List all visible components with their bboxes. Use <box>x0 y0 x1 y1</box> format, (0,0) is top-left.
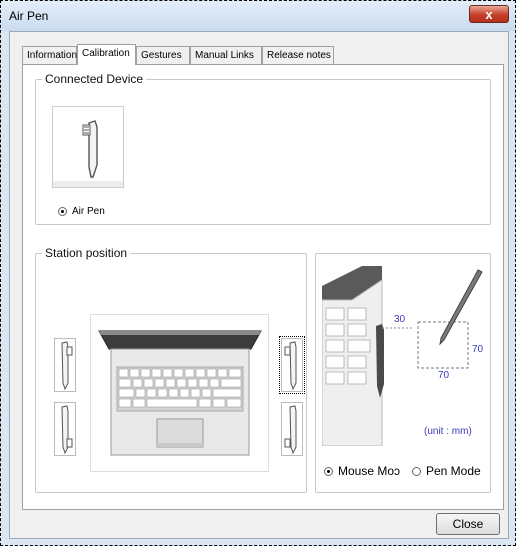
close-icon: x <box>485 7 493 22</box>
pen-area-diagram <box>321 266 483 447</box>
tab-information[interactable]: Information <box>22 46 77 64</box>
pen-station-icon <box>61 405 73 455</box>
connected-device-legend: Connected Device <box>42 72 147 86</box>
mouse-mode-radio-indicator <box>324 466 333 476</box>
height-dimension-label: 70 <box>472 344 484 355</box>
station-left-bottom-option[interactable] <box>54 402 76 456</box>
air-pen-radio-indicator <box>58 207 67 216</box>
window-title: Air Pen <box>9 9 49 23</box>
tab-calibration[interactable]: Calibration <box>77 44 136 65</box>
calibration-panel: Connected Device Air Pen Station positio… <box>22 64 504 510</box>
laptop-top-view <box>90 314 269 472</box>
pen-mode-label: Pen Mode <box>426 464 481 478</box>
pen-station-icon <box>284 405 297 455</box>
station-right-bottom-option[interactable] <box>281 402 303 456</box>
window-close-button[interactable]: x <box>469 5 509 23</box>
tab-release-notes[interactable]: Release notes <box>262 46 334 64</box>
station-left-top-option[interactable] <box>54 338 76 392</box>
air-pen-window: Air Pen x Information Calibration Gestur… <box>0 0 516 546</box>
dialog-client-area: Information Calibration Gestures Manual … <box>9 31 509 539</box>
width-dimension-label: 70 <box>438 370 450 381</box>
mouse-mode-label: Mouse Moɔ <box>338 464 401 478</box>
offset-dimension-label: 30 <box>394 314 406 325</box>
pen-station-icon <box>61 341 73 391</box>
pen-station-icon <box>284 341 297 391</box>
air-pen-icon <box>82 120 98 178</box>
unit-label: (unit : mm) <box>424 426 472 437</box>
mode-illustration: 30 70 70 (unit : mm) <box>321 266 490 447</box>
close-button[interactable]: Close <box>436 513 500 535</box>
station-position-group: Station position <box>35 246 307 493</box>
connected-device-group: Connected Device Air Pen <box>35 72 491 225</box>
pen-mode-radio-indicator <box>412 466 421 476</box>
station-right-top-option[interactable] <box>279 336 305 394</box>
title-bar: Air Pen x <box>1 1 515 31</box>
mode-panel: 30 70 70 (unit : mm) Mouse Moɔ Pen Mode <box>315 253 491 493</box>
laptop-icon <box>98 330 262 456</box>
air-pen-radio[interactable]: Air Pen <box>58 206 105 217</box>
tab-gestures[interactable]: Gestures <box>136 46 190 64</box>
mouse-mode-radio[interactable]: Mouse Moɔ <box>324 464 400 478</box>
air-pen-radio-label: Air Pen <box>72 206 105 217</box>
connected-device-image <box>52 106 124 188</box>
station-position-legend: Station position <box>42 246 131 260</box>
tab-manual-links[interactable]: Manual Links <box>190 46 262 64</box>
pen-mode-radio[interactable]: Pen Mode <box>412 464 481 478</box>
